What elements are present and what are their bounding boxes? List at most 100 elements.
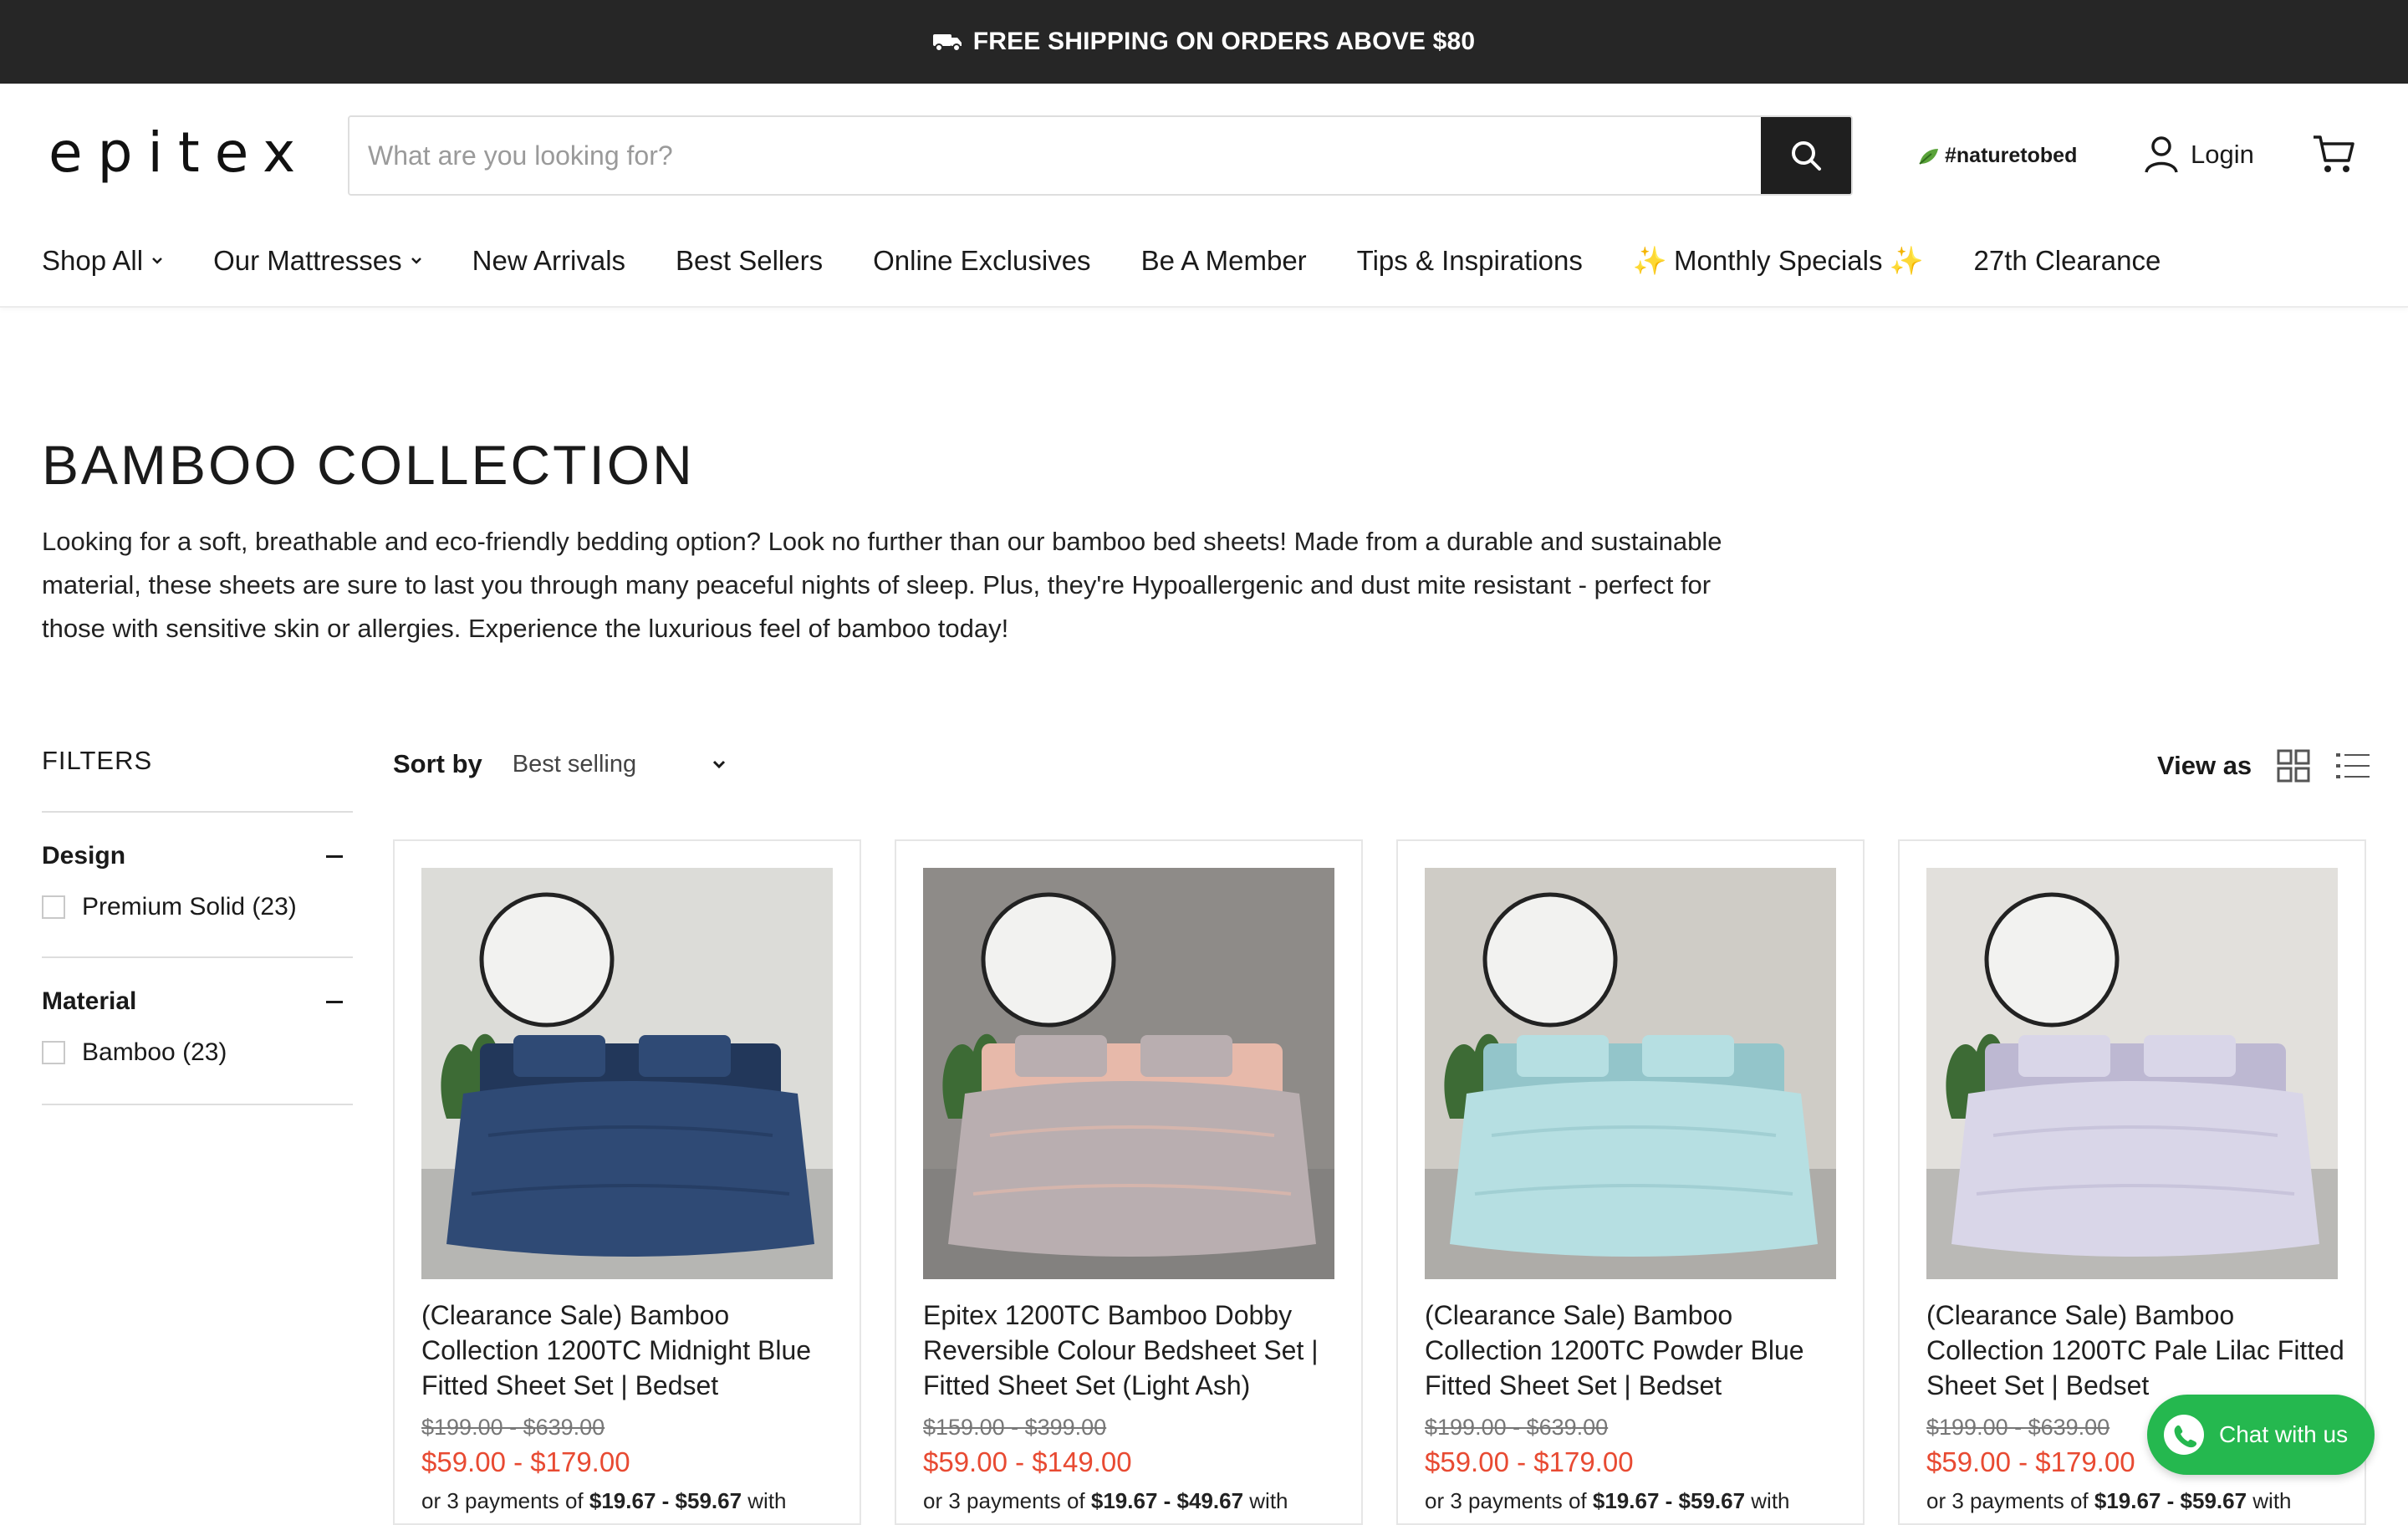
product-image[interactable] [421,868,833,1279]
nav-item-our-mattresses[interactable]: Our Mattresses [213,245,422,277]
filter-option[interactable]: Bamboo (23) [42,1038,353,1067]
collapse-icon [326,854,343,858]
checkbox[interactable] [42,1041,65,1064]
nav-item-monthly-specials[interactable]: ✨ Monthly Specials ✨ [1633,245,1924,278]
login-link[interactable]: Login [2144,135,2254,174]
nav-item-tips-inspirations[interactable]: Tips & Inspirations [1357,245,1583,277]
cart-button[interactable] [2311,130,2358,181]
sale-price: $59.00 - $179.00 [421,1446,630,1477]
installment-suffix: with [1745,1488,1790,1513]
nav-item-new-arrivals[interactable]: New Arrivals [472,245,625,277]
checkbox[interactable] [42,895,65,919]
tagline[interactable]: #naturetobed [1918,144,2077,168]
product-image[interactable] [1425,868,1836,1279]
cart-icon [2314,135,2354,172]
chat-button[interactable]: Chat with us [2147,1395,2375,1475]
nav-item-shop-all[interactable]: Shop All [42,245,163,277]
installment-prefix: or 3 payments of [923,1488,1091,1513]
filter-header-design[interactable]: Design [42,839,353,873]
product-card[interactable]: (Clearance Sale) Bamboo Collection 1200T… [1396,839,1865,1525]
login-label: Login [2191,140,2254,169]
original-price: $199.00 - $639.00 [421,1415,605,1440]
truck-icon [932,34,962,52]
nav-item-best-sellers[interactable]: Best Sellers [676,245,823,277]
installment-text: or 3 payments of $19.67 - $59.67 with [1425,1488,1790,1514]
filter-title: Material [42,987,137,1015]
filters-title: FILTERS [42,746,153,775]
nav-label: Tips & Inspirations [1356,245,1583,276]
logo[interactable]: epitex [48,120,310,185]
nav-label: Best Sellers [676,245,824,276]
nav-item-27th-clearance[interactable]: 27th Clearance [1974,245,2161,277]
original-price: $199.00 - $639.00 [1425,1415,1609,1440]
sort-label: Sort by [393,749,482,778]
collapse-icon [326,1000,343,1003]
sparkle-icon: ✨ [1889,244,1924,276]
nav-label: Be A Member [1140,245,1307,276]
filter-option-label: Bamboo (23) [82,1038,227,1066]
chevron-down-icon [152,258,162,264]
sort-bar: Sort by Best selling [393,749,727,779]
nav-item-online-exclusives[interactable]: Online Exclusives [873,245,1090,277]
installment-prefix: or 3 payments of [1926,1488,2094,1513]
product-card[interactable]: Epitex 1200TC Bamboo Dobby Reversible Co… [895,839,1363,1525]
filter-title: Design [42,842,126,870]
chat-label: Chat with us [2219,1421,2349,1447]
product-card[interactable]: (Clearance Sale) Bamboo Collection 1200T… [393,839,861,1525]
original-price: $159.00 - $399.00 [923,1415,1107,1440]
page-title: BAMBOO COLLECTION [42,434,695,496]
product-image[interactable] [923,868,1334,1279]
installment-suffix: with [2247,1488,2292,1513]
installment-amount: $19.67 - $59.67 [1592,1488,1746,1513]
sort-value: Best selling [512,750,637,778]
chevron-down-icon [713,760,726,769]
installment-text: or 3 payments of $19.67 - $59.67 with [1926,1488,2292,1514]
nav-label: Our Mattresses [213,245,402,276]
search-button[interactable] [1761,117,1851,194]
nav-label: New Arrivals [472,245,626,276]
installment-text: or 3 payments of $19.67 - $59.67 with [421,1488,787,1514]
filter-group-material: Material Bamboo (23) [42,956,353,1105]
list-view-icon[interactable] [2335,751,2370,781]
installment-amount: $19.67 - $59.67 [589,1488,742,1513]
installment-suffix: with [742,1488,787,1513]
search-bar [348,115,1853,196]
nav-item-be-a-member[interactable]: Be A Member [1141,245,1307,277]
original-price: $199.00 - $639.00 [1926,1415,2110,1440]
search-input[interactable] [349,117,1761,194]
sort-select[interactable]: Best selling [513,751,727,778]
chevron-down-icon [411,258,421,264]
product-image[interactable] [1926,868,2338,1279]
page-description: Looking for a soft, breathable and eco-f… [42,527,1722,643]
product-name[interactable]: Epitex 1200TC Bamboo Dobby Reversible Co… [923,1298,1341,1403]
nav-label: Shop All [42,245,144,276]
installment-text: or 3 payments of $19.67 - $49.67 with [923,1488,1288,1514]
announcement-bar: FREE SHIPPING ON ORDERS ABOVE $80 [0,0,2408,84]
sale-price: $59.00 - $179.00 [1425,1446,1634,1477]
product-name[interactable]: (Clearance Sale) Bamboo Collection 1200T… [1926,1298,2344,1403]
filter-header-material[interactable]: Material [42,985,353,1018]
installment-suffix: with [1243,1488,1288,1513]
sale-price: $59.00 - $149.00 [923,1446,1132,1477]
product-name[interactable]: (Clearance Sale) Bamboo Collection 1200T… [421,1298,839,1403]
user-icon [2145,136,2178,173]
leaf-icon [1919,148,1938,165]
filter-option[interactable]: Premium Solid (23) [42,893,353,921]
grid-view-icon[interactable] [2277,749,2310,783]
sparkle-icon: ✨ [1632,244,1667,276]
search-icon [1792,141,1821,171]
view-as: View as [2157,749,2370,783]
site-header: epitex #naturetobed Login Shop AllO [0,84,2408,308]
installment-prefix: or 3 payments of [1425,1488,1593,1513]
product-name[interactable]: (Clearance Sale) Bamboo Collection 1200T… [1425,1298,1843,1403]
announcement-text: FREE SHIPPING ON ORDERS ABOVE $80 [972,28,1476,55]
view-as-label: View as [2157,751,2252,780]
nav-label: 27th Clearance [1973,245,2161,276]
nav-label: Online Exclusives [873,245,1091,276]
installment-amount: $19.67 - $49.67 [1090,1488,1244,1513]
installment-amount: $19.67 - $59.67 [2094,1488,2247,1513]
installment-prefix: or 3 payments of [421,1488,589,1513]
main-nav: Shop All Our Mattresses New Arrivals Best S… [42,242,2211,279]
filter-option-label: Premium Solid (23) [82,893,297,921]
tagline-text: #naturetobed [1945,144,2078,167]
